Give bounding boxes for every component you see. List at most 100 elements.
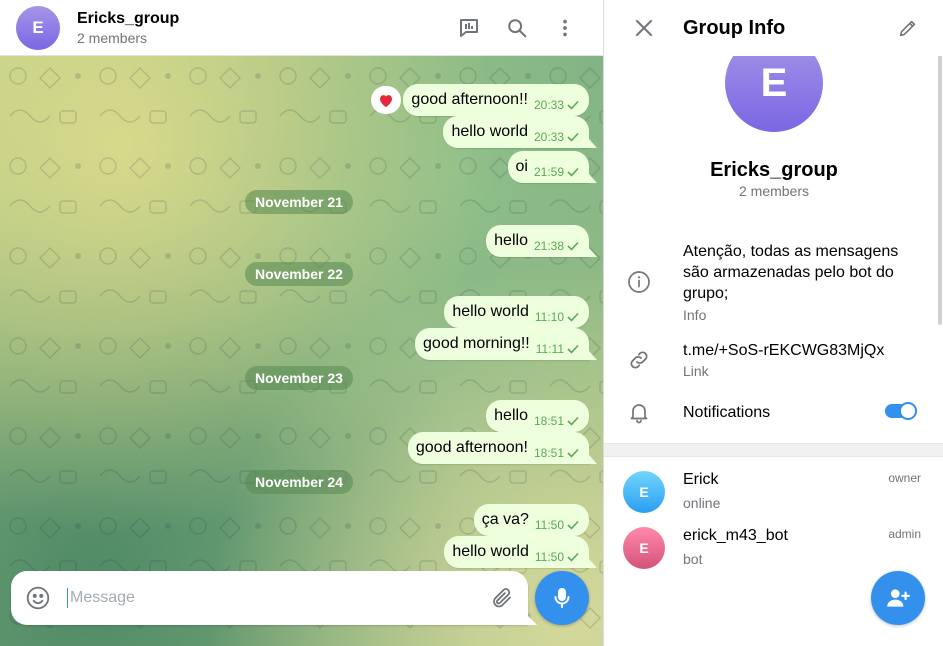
chat-header-titles[interactable]: Ericks_group 2 members [77,9,179,47]
message-row[interactable]: oi 21:59 [507,151,598,183]
message-text: good afternoon! [415,439,528,456]
message-time: 11:10 [534,309,564,324]
group-description[interactable]: Atenção, todas as mensagens são armazena… [683,241,923,304]
message-time: 11:11 [535,341,564,356]
reaction-badge[interactable] [371,86,402,114]
message-text: hello world [452,303,529,320]
member-name: Erick [683,471,719,488]
member-role: admin [888,527,921,541]
microphone-icon [554,588,570,608]
more-vertical-icon [563,19,567,37]
message-time: 20:33 [533,97,564,112]
chat-header[interactable]: E Ericks_group 2 members [0,0,603,56]
message-row[interactable]: hello 18:51 [486,400,589,432]
member-avatar: E [623,471,665,513]
check-icon [567,132,579,142]
notifications-toggle[interactable] [885,402,919,420]
group-name: Ericks_group [710,159,838,181]
message-row[interactable]: hello world 11:10 [444,296,589,328]
message-meta: 11:11 [536,342,579,356]
check-icon [567,312,579,322]
bell-icon [626,399,652,425]
message-text: ça va? [481,511,529,528]
check-icon [567,241,579,251]
message-meta: 20:33 [534,98,579,112]
message-bubble[interactable]: hello 18:51 [486,400,589,432]
message-bubble[interactable]: hello world 20:33 [443,116,597,148]
date-separator: November 23 [245,366,353,390]
message-row[interactable]: good afternoon!! 20:33 [371,84,589,116]
notifications-label[interactable]: Notifications [683,402,770,423]
search-button[interactable] [495,6,539,50]
date-separator: November 22 [245,262,353,286]
check-icon [567,520,579,530]
more-button[interactable] [543,6,587,50]
add-user-icon [887,589,910,607]
link-icon [626,347,652,373]
message-bubble[interactable]: ça va? 11:50 [473,504,589,536]
message-text: hello [494,232,528,249]
scrollbar[interactable] [938,40,942,325]
search-icon [508,19,527,38]
heart-icon [380,94,393,107]
message-bubble[interactable]: hello world 11:10 [444,296,589,328]
message-row[interactable]: good afternoon! 18:51 [407,432,598,464]
poll-button[interactable] [447,6,491,50]
close-button[interactable] [622,6,666,50]
edit-button[interactable] [886,6,930,50]
member-status: online [683,495,721,511]
message-meta: 21:38 [534,239,579,253]
message-meta: 18:51 [534,414,579,428]
voice-record-button[interactable] [535,571,589,625]
message-time: 21:38 [533,238,564,253]
attach-icon[interactable] [490,586,514,610]
message-meta: 20:33 [534,130,579,144]
message-row[interactable]: ça va? 11:50 [473,504,589,536]
check-icon [567,416,579,426]
add-member-button[interactable] [871,571,925,625]
chat-avatar[interactable]: E [16,5,60,50]
check-icon [567,448,579,458]
message-time: 20:33 [533,129,564,144]
message-text: oi [515,158,528,175]
message-input[interactable]: Message [67,588,490,608]
message-text: hello world [452,543,529,560]
chat-member-count: 2 members [77,29,148,46]
message-row[interactable]: good morning!! 11:11 [415,328,597,360]
message-text: good morning!! [423,335,530,352]
message-bubble[interactable]: oi 21:59 [507,151,598,183]
link-label: Link [683,363,709,379]
chat-header-actions [443,6,587,50]
group-info-header: Group Info [604,0,943,56]
group-member-count: 2 members [738,183,810,199]
message-bubble[interactable]: good afternoon!! 20:33 [403,84,589,116]
message-time: 21:59 [533,164,564,179]
message-meta: 11:10 [535,310,579,324]
member-role: owner [888,471,921,485]
message-text: hello world [451,123,528,140]
close-icon [636,20,652,36]
chat-title: Ericks_group [77,9,180,27]
message-time: 11:50 [534,517,564,532]
info-icon [626,269,652,295]
message-bubble[interactable]: hello 21:38 [486,225,597,257]
message-time: 18:51 [533,445,564,460]
message-time: 11:50 [534,549,564,564]
message-meta: 11:50 [535,518,579,532]
description-label: Info [683,307,707,323]
check-icon [567,100,579,110]
message-bubble[interactable]: good morning!! 11:11 [415,328,597,360]
message-bubble[interactable]: hello world 11:50 [444,536,597,568]
message-row[interactable]: hello 21:38 [486,225,597,257]
emoji-icon[interactable] [25,585,51,611]
check-icon [567,167,579,177]
poll-icon [460,19,478,37]
invite-link[interactable]: t.me/+SoS-rEKCWG83MjQx [683,340,884,361]
message-bubble[interactable]: good afternoon! 18:51 [407,432,598,464]
message-row[interactable]: hello world 11:50 [444,536,597,568]
toggle-knob [899,402,917,420]
message-row[interactable]: hello world 20:33 [443,116,597,148]
message-text: hello [494,407,528,424]
message-time: 18:51 [533,413,564,428]
member-item[interactable]: E Erick online owner [604,471,943,527]
